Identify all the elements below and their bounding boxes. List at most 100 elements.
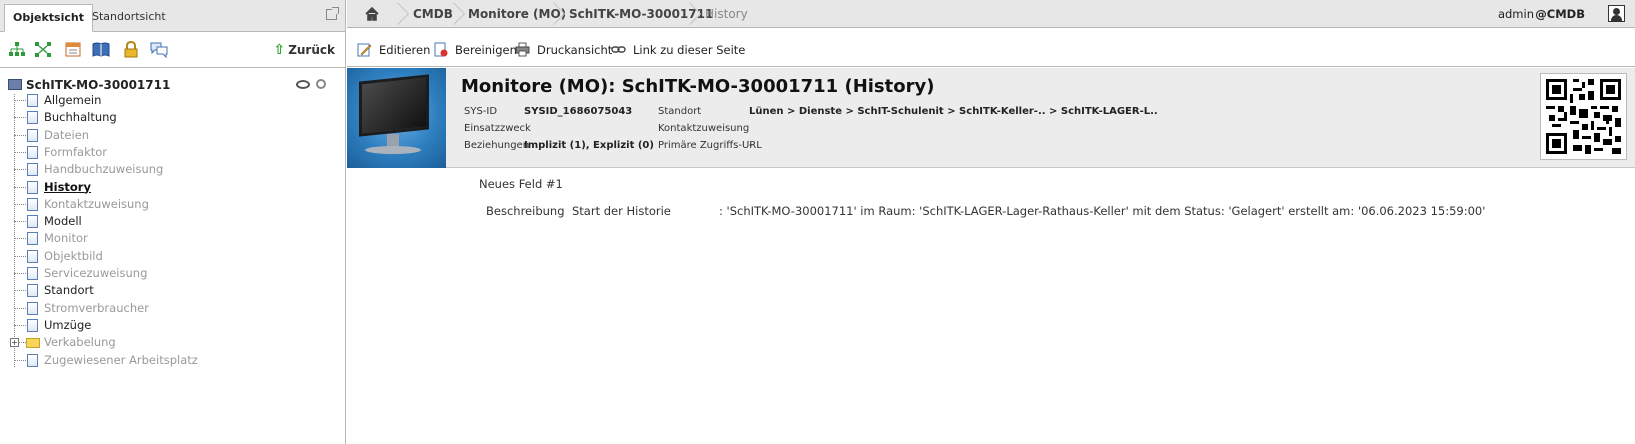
tree-connector-line	[14, 255, 26, 257]
monitor-screen	[359, 74, 429, 137]
tree-item[interactable]: Stromverbraucher	[14, 300, 149, 317]
user-name[interactable]: admin	[1498, 0, 1534, 28]
page-title: Monitore (MO): SchITK-MO-30001711 (Histo…	[461, 76, 935, 97]
tree-item-label: Formfaktor	[44, 144, 107, 159]
tree-item[interactable]: Kontaktzuweisung	[14, 196, 149, 213]
tab-objektsicht[interactable]: Objektsicht	[4, 4, 93, 32]
document-icon	[27, 267, 38, 280]
tree-item-label: History	[44, 179, 91, 194]
tree-connector-line	[14, 100, 26, 101]
tree-connector-line	[14, 273, 26, 274]
tree-item[interactable]: History	[14, 179, 91, 196]
document-icon	[27, 128, 38, 142]
back-button[interactable]: ⇧ Zurück	[273, 42, 335, 58]
purge-button[interactable]: Bereinigen	[433, 42, 517, 58]
location-value[interactable]: Lünen > Dienste > SchIT-Schulenit > SchI…	[749, 106, 1158, 117]
back-button-label: Zurück	[288, 43, 335, 57]
popout-icon[interactable]	[326, 7, 339, 20]
tree-item[interactable]: Monitor	[14, 230, 88, 247]
history-content: Neues Feld #1 Beschreibung Start der His…	[347, 169, 1635, 444]
top-navbar: CMDB Monitore (MO) SchITK-MO-30001711 Hi…	[347, 0, 1635, 28]
print-view-button[interactable]: Druckansicht	[515, 42, 612, 58]
sysid-label: SYS-ID	[464, 106, 498, 117]
calendar-icon[interactable]	[64, 41, 82, 58]
tenant-name[interactable]: @CMDB	[1535, 0, 1585, 28]
tree-connector-line	[14, 134, 26, 136]
tree-root-label: SchITK-MO-30001711	[26, 78, 171, 92]
tree-item[interactable]: Umzüge	[14, 317, 91, 334]
tree-item[interactable]: Formfaktor	[14, 144, 107, 161]
document-icon	[27, 284, 38, 298]
document-icon	[27, 232, 38, 246]
tree-item-label: Buchhaltung	[44, 110, 117, 125]
tree-connector-line	[14, 307, 26, 309]
breadcrumb-current: History	[705, 7, 748, 21]
tree-expand-icon[interactable]	[8, 41, 26, 58]
tree-item-label: Standort	[44, 283, 94, 298]
document-icon	[27, 163, 38, 177]
tree-item[interactable]: Allgemein	[14, 92, 101, 109]
tree-item[interactable]: Standort	[14, 282, 94, 299]
access-url-label: Primäre Zugriffs-URL	[658, 140, 762, 151]
tree-item[interactable]: Zugewiesener Arbeitsplatz	[14, 352, 198, 369]
tree-connector-line	[14, 203, 26, 205]
tree-connector-line	[14, 290, 26, 292]
tree-connector-line	[14, 117, 26, 119]
tab-standortsicht[interactable]: Standortsicht	[84, 4, 174, 32]
tree-item[interactable]: Modell	[14, 213, 82, 230]
tree-item[interactable]: Servicezuweisung	[14, 265, 147, 282]
edit-icon	[357, 43, 372, 57]
history-entry-text: : 'SchITK-MO-30001711' im Raum: 'SchITK-…	[719, 204, 1486, 218]
document-icon	[27, 318, 38, 332]
monitor-base	[365, 146, 421, 154]
book-icon[interactable]	[92, 41, 110, 58]
tree-connector-line	[14, 151, 26, 153]
tree-item-label: Stromverbraucher	[44, 300, 149, 315]
tree-item-label: Allgemein	[44, 93, 102, 107]
tree-item[interactable]: Dateien	[14, 127, 89, 144]
edit-button[interactable]: Editieren	[357, 42, 430, 58]
comments-icon[interactable]	[150, 41, 168, 58]
qr-code[interactable]	[1540, 73, 1627, 160]
tree-collapse-icon[interactable]	[34, 41, 52, 58]
tree-item-label: Verkabelung	[44, 335, 116, 350]
home-icon[interactable]	[365, 7, 379, 21]
tree-item[interactable]: Handbuchzuweisung	[14, 161, 163, 178]
document-icon	[27, 353, 38, 367]
sidebar-toolbar: ⇧ Zurück	[0, 32, 345, 68]
purge-icon	[434, 42, 448, 57]
breadcrumb-separator	[447, 0, 459, 28]
expand-icon[interactable]: +	[10, 338, 19, 348]
search-icon[interactable]	[316, 79, 326, 89]
breadcrumb-separator	[391, 0, 403, 28]
document-icon	[27, 197, 38, 211]
history-entry-title: Start der Historie	[572, 204, 671, 218]
sidebar-tabs: Objektsicht Standortsicht	[0, 0, 345, 32]
up-arrow-icon: ⇧	[273, 42, 286, 58]
tree-item[interactable]: + Verkabelung	[10, 334, 116, 351]
monitor-icon	[8, 79, 22, 90]
tree-item[interactable]: Objektbild	[14, 248, 103, 265]
action-bar: Editieren Bereinigen Druckansicht Link z…	[347, 29, 1635, 67]
eye-icon[interactable]	[296, 80, 310, 89]
document-icon	[27, 301, 38, 315]
user-avatar-icon[interactable]	[1608, 5, 1625, 22]
tree-item-label: Modell	[44, 214, 82, 229]
document-icon	[27, 111, 38, 125]
breadcrumb-separator	[547, 0, 559, 28]
tree-item[interactable]: Buchhaltung	[14, 109, 117, 126]
tree-connector-line	[14, 324, 26, 326]
breadcrumb-separator	[683, 0, 695, 28]
document-icon	[27, 145, 38, 159]
permalink-button[interactable]: Link zu dieser Seite	[611, 42, 745, 58]
tree-item-label: Dateien	[44, 127, 90, 142]
tree-item-label: Zugewiesener Arbeitsplatz	[44, 352, 198, 367]
purge-button-label: Bereinigen	[455, 43, 517, 57]
relations-value[interactable]: Implizit (1), Explizit (0)	[524, 140, 654, 151]
printer-icon	[515, 42, 530, 57]
document-icon	[27, 215, 38, 229]
relations-label: Beziehungen	[464, 140, 530, 151]
document-icon	[27, 249, 38, 263]
tree-item-label: Objektbild	[44, 248, 103, 263]
lock-icon[interactable]	[122, 41, 140, 58]
